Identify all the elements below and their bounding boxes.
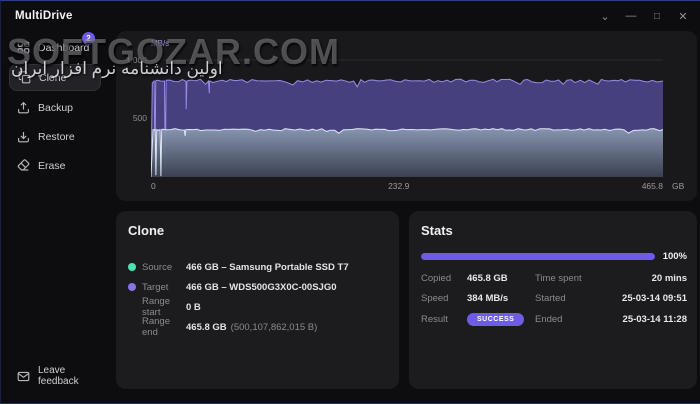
clone-row-value: 0 B [186,302,201,313]
restore-download-icon [17,130,30,143]
x-axis-tick-mid: 232.9 [388,181,409,191]
area-target-write-speed [151,129,663,177]
stat-label: Started [535,293,595,304]
stat-label: Copied [421,273,467,284]
x-axis-ticks: 0 232.9 465.8 [151,181,663,191]
status-badge: SUCCESS [467,313,524,326]
stat-label: Time spent [535,273,595,284]
sidebar-item-erase[interactable]: Erase [9,153,101,178]
minimize-button[interactable]: — [618,3,644,29]
backup-upload-icon [17,101,30,114]
stat-label: Result [421,314,467,325]
range-end-bytes: (500,107,862,015 B) [231,322,318,333]
window-controls: ⌄ — □ ✕ [592,1,696,31]
clone-row-value: 466 GB – Samsung Portable SSD T7 [186,262,349,273]
stats-grid: Copied465.8 GBTime spent20 mins Speed384 … [421,273,687,326]
maximize-button[interactable]: □ [644,3,670,29]
sidebar-item-dashboard[interactable]: Dashboard2 [9,35,101,60]
sidebar-item-label: Dashboard [38,42,89,54]
erase-eraser-icon [17,159,30,172]
sidebar-item-label: Restore [38,131,75,143]
progress-row: 100% [421,251,687,262]
x-axis-unit: GB [672,181,684,191]
progress-percent: 100% [663,251,687,262]
leave-feedback-label: Leave feedback [38,365,101,387]
stat-value: 25-03-14 11:28 [595,314,687,325]
sidebar: Dashboard2 Clone Backup Restore Erase Leave f… [1,31,109,403]
stat-label: Ended [535,314,595,325]
sidebar-item-label: Clone [39,72,66,84]
sidebar-item-restore[interactable]: Restore [9,124,101,149]
app-title: MultiDrive [15,10,73,22]
clone-details: Source466 GB – Samsung Portable SSD T7Ta… [128,257,389,337]
sidebar-item-label: Backup [38,102,73,114]
speed-area-chart [151,56,663,177]
stats-panel: Stats 100% Copied465.8 GBTime spent20 mi… [409,211,697,389]
clone-detail-row: Range end465.8 GB(500,107,862,015 B) [128,317,389,337]
clone-panel: Clone Source466 GB – Samsung Portable SS… [116,211,399,389]
x-axis-tick-max: 465.8 [642,181,663,191]
y-axis-tick-1000: 1,000 [117,55,147,65]
dashboard-grid-icon [17,41,30,54]
mail-envelope-icon [17,370,30,383]
stat-value: 465.8 GB [467,273,535,284]
chart-unit-label: MB/s [151,39,169,48]
progress-bar-fill [421,253,655,260]
stat-value: 25-03-14 09:51 [595,293,687,304]
titlebar[interactable]: MultiDrive ⌄ — □ ✕ [1,1,700,31]
stats-panel-title: Stats [421,223,453,238]
y-axis-tick-500: 500 [117,113,147,123]
stat-value: 20 mins [595,273,687,284]
clone-row-label: Target [142,282,186,293]
clone-row-label: Range start [142,296,186,318]
notification-badge: 2 [82,32,95,45]
app-window: MultiDrive ⌄ — □ ✕ Dashboard2 Clone Backup… [0,0,700,404]
leave-feedback-button[interactable]: Leave feedback [9,359,109,393]
clone-detail-row: Source466 GB – Samsung Portable SSD T7 [128,257,389,277]
stat-value: 384 MB/s [467,293,535,304]
clone-row-value: 466 GB – WDS500G3X0C-00SJG0 [186,282,337,293]
sidebar-item-clone[interactable]: Clone [9,64,101,91]
stat-label: Speed [421,293,467,304]
chevron-down-icon[interactable]: ⌄ [592,3,618,29]
drive-dot [128,283,136,291]
clone-detail-row: Target466 GB – WDS500G3X0C-00SJG0 [128,277,389,297]
stat-value: SUCCESS [467,313,535,326]
close-button[interactable]: ✕ [670,3,696,29]
sidebar-item-backup[interactable]: Backup [9,95,101,120]
clone-row-label: Source [142,262,186,273]
drive-dot [128,263,136,271]
clone-copy-icon [18,71,31,84]
speed-chart-panel: MB/s 1,000 500 0 232.9 465.8 GB [116,31,697,201]
clone-detail-row: Range start0 B [128,297,389,317]
sidebar-item-label: Erase [38,160,65,172]
progress-bar [421,253,655,260]
clone-panel-title: Clone [128,223,164,238]
x-axis-tick-0: 0 [151,181,156,191]
clone-row-value: 465.8 GB(500,107,862,015 B) [186,322,317,333]
clone-row-label: Range end [142,316,186,338]
